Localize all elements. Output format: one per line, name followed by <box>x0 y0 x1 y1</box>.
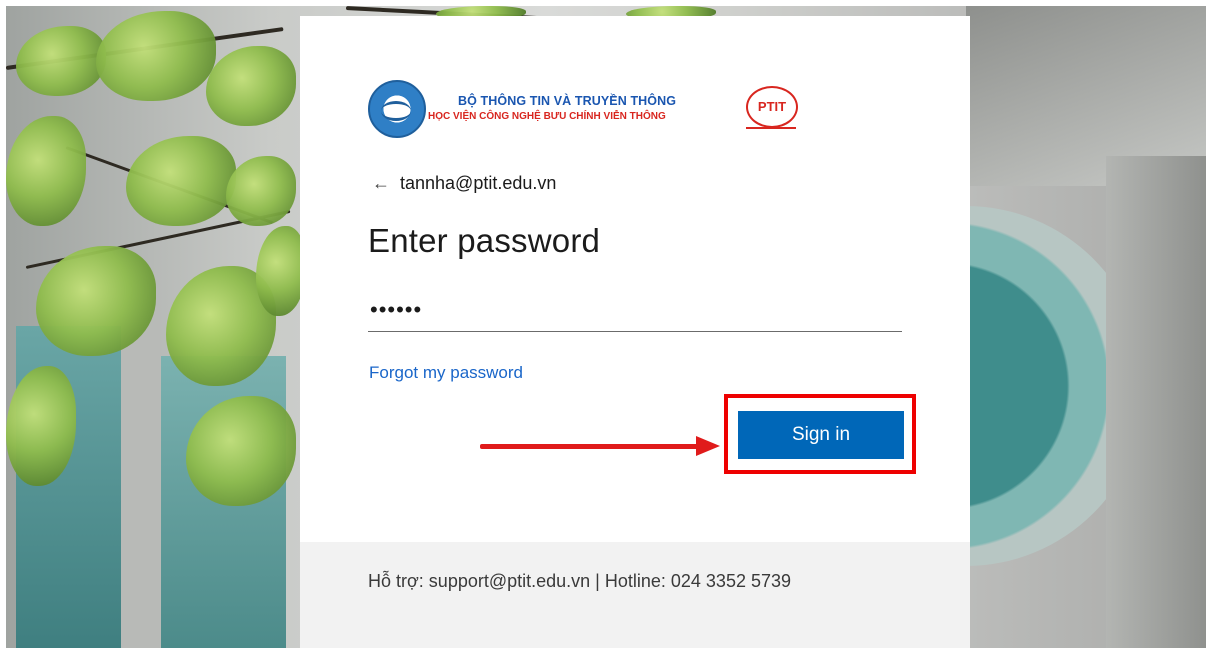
sign-in-button[interactable]: Sign in <box>738 411 904 459</box>
password-field-container <box>368 291 904 332</box>
forgot-password-link[interactable]: Forgot my password <box>369 363 523 383</box>
tree-leaves <box>96 11 216 101</box>
account-email: tannha@ptit.edu.vn <box>400 172 557 193</box>
logo-ministry-name: BỘ THÔNG TIN VÀ TRUYỀN THÔNG <box>458 94 677 108</box>
annotation-arrow-head-icon <box>696 436 720 456</box>
organization-logo: BỘ THÔNG TIN VÀ TRUYỀN THÔNG HỌC VIỆN CÔ… <box>368 80 798 142</box>
tree-leaves <box>226 156 296 226</box>
logo-underline <box>746 127 796 129</box>
tree-leaves <box>6 116 86 226</box>
annotation-arrow <box>480 444 698 449</box>
tree-leaves <box>126 136 236 226</box>
back-arrow-icon[interactable]: ← <box>372 174 390 192</box>
ptit-logo-icon: PTIT <box>746 86 798 128</box>
tree-leaves <box>256 226 306 316</box>
logo-institute-name: HỌC VIỆN CÔNG NGHỆ BƯU CHÍNH VIỄN THÔNG <box>428 111 666 122</box>
building-wall-right <box>1106 156 1206 648</box>
building-pillar <box>121 306 161 648</box>
support-contact-text: Hỗ trợ: support@ptit.edu.vn | Hotline: 0… <box>368 571 792 591</box>
identity-back-button[interactable]: ← tannha@ptit.edu.vn <box>372 171 556 195</box>
card-body: BỘ THÔNG TIN VÀ TRUYỀN THÔNG HỌC VIỆN CÔ… <box>300 16 970 526</box>
password-input[interactable] <box>368 291 904 329</box>
page-title: Enter password <box>368 222 601 259</box>
sign-in-card: BỘ THÔNG TIN VÀ TRUYỀN THÔNG HỌC VIỆN CÔ… <box>300 16 970 648</box>
tree-leaves <box>206 46 296 126</box>
card-footer <box>300 542 970 648</box>
tree-leaves <box>16 26 106 96</box>
ministry-seal-icon <box>368 80 426 138</box>
